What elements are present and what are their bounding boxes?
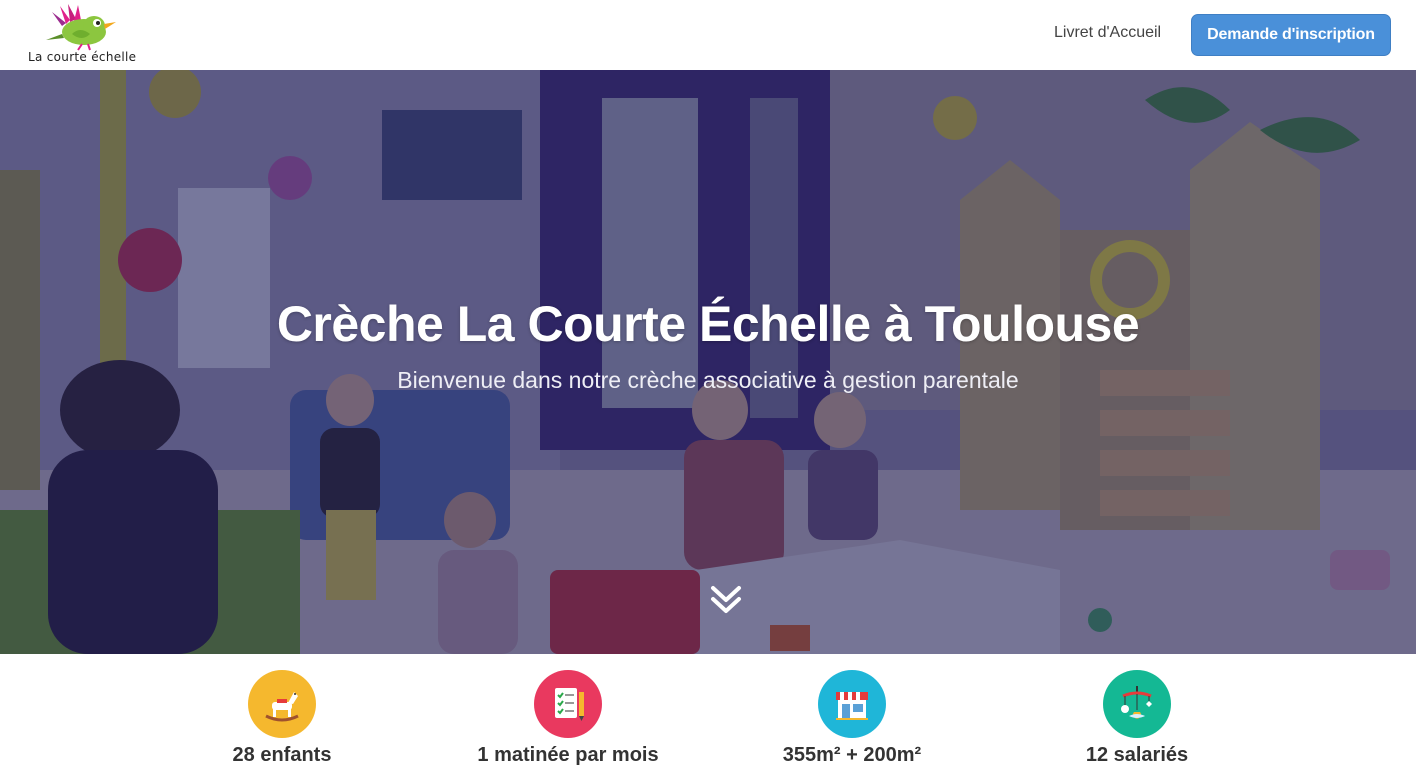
baby-mobile-icon bbox=[1121, 686, 1152, 719]
nav-livret-accueil-link[interactable]: Livret d'Accueil bbox=[1054, 24, 1161, 42]
site-header: La courte échelle Livret d'Accueil Deman… bbox=[0, 0, 1416, 70]
logo-wordmark: La courte échelle bbox=[28, 50, 137, 64]
hero-banner: Crèche La Courte Échelle à Toulouse Bien… bbox=[0, 70, 1416, 654]
feature-label: 1 matinée par mois bbox=[477, 744, 659, 766]
feature-icon-circle bbox=[248, 670, 316, 738]
feature-label: 12 salariés bbox=[1085, 744, 1189, 766]
inscription-request-button[interactable]: Demande d'inscription bbox=[1191, 14, 1391, 56]
feature-icon-circle bbox=[534, 670, 602, 738]
site-logo[interactable]: La courte échelle bbox=[26, 4, 136, 66]
feature-icon-circle bbox=[818, 670, 886, 738]
feature-surface: 355m² + 200m² bbox=[722, 670, 982, 767]
hero-subtitle: Bienvenue dans notre crèche associative … bbox=[397, 367, 1019, 393]
bird-logo-icon bbox=[46, 4, 116, 51]
checklist-pencil-icon bbox=[555, 688, 584, 721]
hero-dark-overlay bbox=[0, 70, 1416, 654]
features-strip: 28 enfants 1 matinée par mois 355m² + 20… bbox=[0, 654, 1416, 775]
feature-children: 28 enfants bbox=[152, 670, 412, 767]
hero-title: Crèche La Courte Échelle à Toulouse bbox=[276, 296, 1140, 352]
storefront-icon bbox=[836, 692, 868, 720]
double-chevron-down-icon[interactable] bbox=[708, 582, 744, 618]
feature-icon-circle bbox=[1103, 670, 1171, 738]
feature-parent-duty: 1 matinée par mois bbox=[438, 670, 698, 767]
rocking-horse-icon bbox=[265, 692, 299, 722]
feature-staff: 12 salariés bbox=[1007, 670, 1267, 767]
feature-label: 355m² + 200m² bbox=[782, 744, 922, 766]
feature-label: 28 enfants bbox=[232, 744, 332, 766]
